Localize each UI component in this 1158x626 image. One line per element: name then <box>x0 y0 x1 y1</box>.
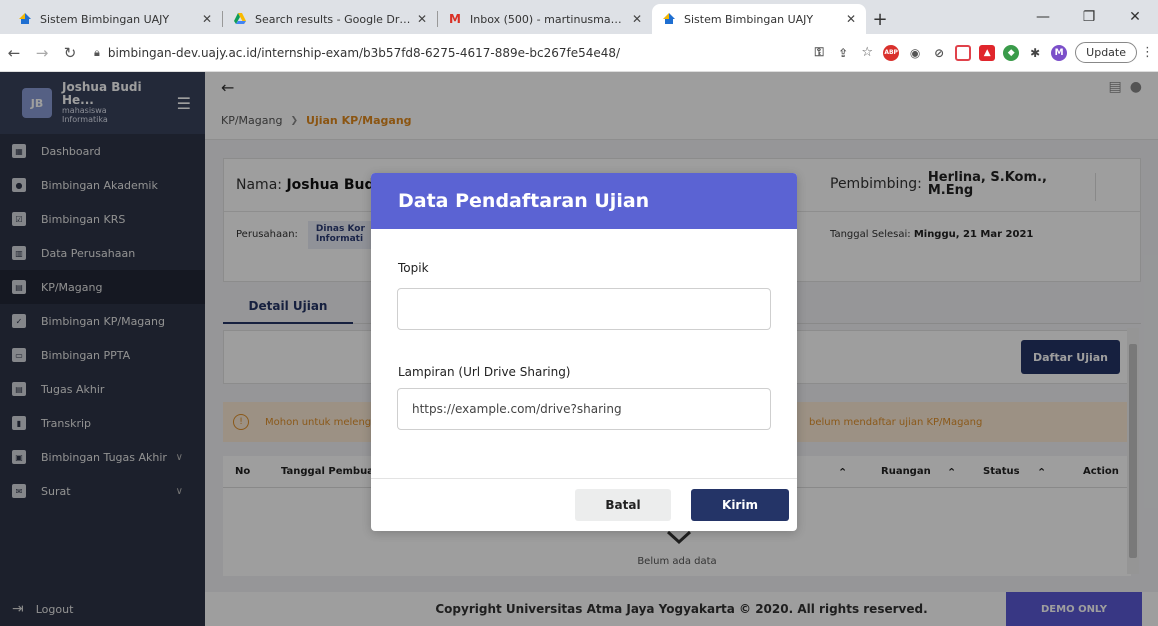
submit-button[interactable]: Kirim <box>691 489 789 521</box>
profile-avatar[interactable]: M <box>1051 44 1068 61</box>
minimize-icon[interactable]: — <box>1020 9 1066 25</box>
browser-tab[interactable]: Sistem Bimbingan UAJY ✕ <box>8 4 222 34</box>
lampiran-label: Lampiran (Url Drive Sharing) <box>398 365 571 379</box>
browser-tabbar: Sistem Bimbingan UAJY ✕ Search results -… <box>0 0 1158 34</box>
share-icon[interactable]: ⇪ <box>835 45 851 61</box>
address-bar[interactable]: 🔒︎ bimbingan-dev.uajy.ac.id/internship-e… <box>84 39 805 67</box>
puzzle-icon[interactable]: ✱ <box>1027 45 1043 61</box>
key-icon[interactable]: ⚿ <box>811 45 827 61</box>
topik-input[interactable] <box>397 288 771 330</box>
cancel-button[interactable]: Batal <box>575 489 671 521</box>
lock-icon: 🔒︎ <box>94 45 100 59</box>
reload-icon[interactable]: ↻ <box>56 44 84 62</box>
browser-toolbar: ← → ↻ 🔒︎ bimbingan-dev.uajy.ac.id/intern… <box>0 34 1158 72</box>
pdf-icon[interactable]: ▲ <box>979 44 996 61</box>
adblock-icon[interactable]: ABP <box>883 44 900 61</box>
forward-icon[interactable]: → <box>28 44 56 62</box>
close-window-icon[interactable]: ✕ <box>1112 9 1158 25</box>
close-tab-icon[interactable]: ✕ <box>417 12 427 26</box>
gmail-icon: M <box>449 12 461 26</box>
modal-footer: Batal Kirim <box>371 478 797 531</box>
block-icon[interactable]: ⊘ <box>931 45 947 61</box>
back-icon[interactable]: ← <box>0 44 28 62</box>
close-tab-icon[interactable]: ✕ <box>202 12 212 26</box>
cast-icon[interactable] <box>955 44 972 61</box>
menu-dots-icon[interactable]: ⋮ <box>1141 45 1154 60</box>
uajy-icon <box>662 12 676 26</box>
update-button[interactable]: Update <box>1075 42 1137 63</box>
browser-tab[interactable]: M Inbox (500) - martinusmaslim122 ✕ <box>438 4 652 34</box>
window-controls: — ❐ ✕ <box>1020 0 1158 34</box>
close-tab-icon[interactable]: ✕ <box>846 12 856 26</box>
restore-icon[interactable]: ❐ <box>1066 9 1112 25</box>
gdrive-icon <box>233 12 247 26</box>
extension-icons: ⚿ ⇪ ☆ ABP ◉ ⊘ ▲ ◆ ✱ M <box>811 44 1075 61</box>
registration-modal: Data Pendaftaran Ujian Topik Lampiran (U… <box>371 173 797 531</box>
close-tab-icon[interactable]: ✕ <box>632 12 642 26</box>
lampiran-input[interactable] <box>397 388 771 430</box>
browser-tab-active[interactable]: Sistem Bimbingan UAJY ✕ <box>652 4 866 34</box>
star-icon[interactable]: ☆ <box>859 45 875 61</box>
topik-label: Topik <box>398 261 429 275</box>
extension-color-icon[interactable]: ◆ <box>1003 44 1020 61</box>
uajy-icon <box>18 12 32 26</box>
camera-icon[interactable]: ◉ <box>907 45 923 61</box>
browser-tab[interactable]: Search results - Google Drive ✕ <box>223 4 437 34</box>
modal-title: Data Pendaftaran Ujian <box>371 173 797 229</box>
new-tab-button[interactable]: + <box>866 4 894 34</box>
